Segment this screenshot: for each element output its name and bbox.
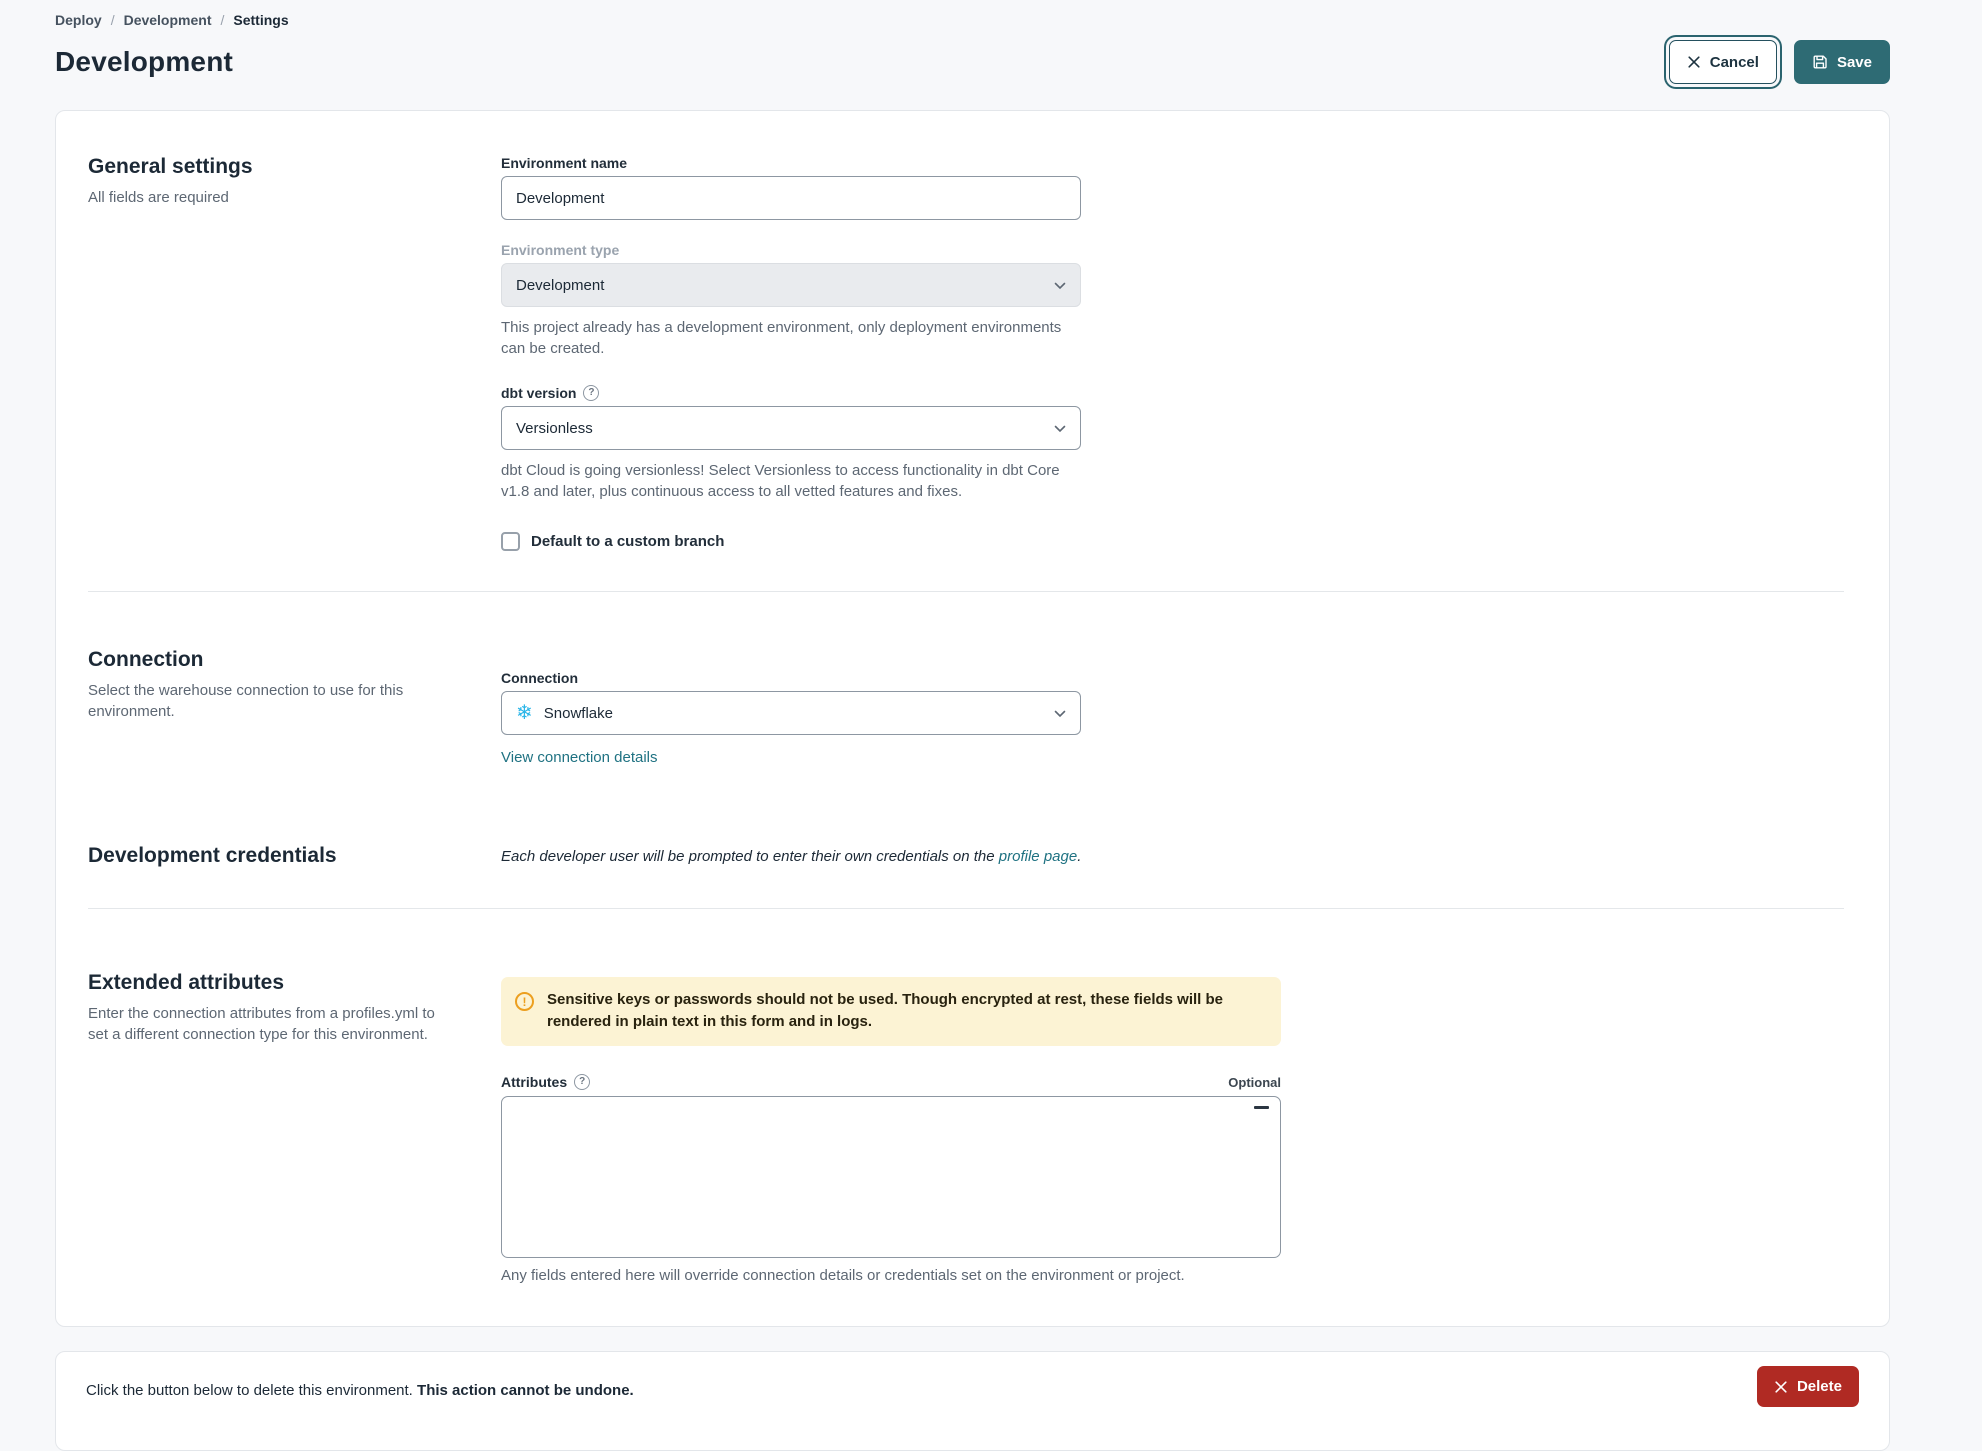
environment-type-field-group: Environment type Development This projec… bbox=[501, 242, 1844, 359]
save-icon bbox=[1812, 54, 1828, 70]
dbt-version-value: Versionless bbox=[516, 419, 593, 437]
chevron-down-icon bbox=[1054, 420, 1066, 437]
delete-environment-card: Click the button below to delete this en… bbox=[55, 1351, 1890, 1451]
optional-badge: Optional bbox=[1228, 1074, 1281, 1090]
connection-field-group: Connection ❄ Snowflake View connection d… bbox=[501, 670, 1844, 766]
delete-button[interactable]: Delete bbox=[1756, 1366, 1859, 1407]
environment-type-value: Development bbox=[516, 276, 605, 294]
sensitive-keys-warning-banner: ! Sensitive keys or passwords should not… bbox=[501, 977, 1281, 1046]
credentials-note-suffix: . bbox=[1077, 848, 1082, 865]
attributes-label-row: Attributes ? Optional bbox=[501, 1074, 1281, 1090]
save-button[interactable]: Save bbox=[1793, 40, 1890, 84]
environment-name-input[interactable] bbox=[501, 176, 1081, 220]
profile-page-link[interactable]: profile page bbox=[999, 848, 1077, 865]
delete-button-label: Delete bbox=[1796, 1378, 1842, 1395]
help-icon[interactable]: ? bbox=[583, 385, 600, 401]
dbt-version-label: dbt version bbox=[501, 385, 577, 401]
delete-text: Click the button below to delete this en… bbox=[86, 1382, 418, 1399]
breadcrumb-separator: / bbox=[110, 12, 115, 28]
warning-text: Sensitive keys or passwords should not b… bbox=[547, 991, 1223, 1030]
extended-attributes-fields: ! Sensitive keys or passwords should not… bbox=[501, 977, 1844, 1284]
collapse-handle-icon[interactable] bbox=[1254, 1106, 1269, 1109]
cancel-button-label: Cancel bbox=[1709, 53, 1759, 71]
custom-branch-label: Default to a custom branch bbox=[531, 533, 725, 550]
extended-attributes-intro: Extended attributes Enter the connection… bbox=[88, 971, 501, 1284]
dbt-version-help-text: dbt Cloud is going versionless! Select V… bbox=[501, 462, 1060, 500]
connection-select[interactable]: ❄ Snowflake bbox=[501, 691, 1081, 735]
dbt-version-select[interactable]: Versionless bbox=[501, 406, 1081, 450]
environment-type-help-text: This project already has a development e… bbox=[501, 319, 1062, 357]
connection-field-label: Connection bbox=[501, 670, 578, 686]
breadcrumb: Deploy / Development / Settings bbox=[55, 12, 1890, 28]
connection-heading: Connection bbox=[88, 648, 204, 671]
settings-card: General settings All fields are required… bbox=[55, 110, 1890, 1327]
close-icon bbox=[1687, 55, 1701, 69]
delete-text-bold: This action cannot be undone. bbox=[417, 1382, 634, 1399]
dbt-version-label-row: dbt version ? bbox=[501, 385, 1844, 401]
extended-attributes-subheading: Enter the connection attributes from a p… bbox=[88, 1005, 435, 1043]
breadcrumb-deploy[interactable]: Deploy bbox=[55, 12, 102, 28]
general-settings-fields: Environment name Environment type Develo… bbox=[501, 155, 1844, 551]
breadcrumb-development[interactable]: Development bbox=[124, 12, 212, 28]
environment-type-label: Environment type bbox=[501, 242, 620, 258]
help-icon[interactable]: ? bbox=[574, 1074, 591, 1090]
breadcrumb-settings: Settings bbox=[233, 12, 289, 28]
credentials-note-text: Each developer user will be prompted to … bbox=[501, 848, 999, 865]
extended-attributes-heading: Extended attributes bbox=[88, 971, 285, 994]
header-actions: Cancel Save bbox=[1668, 40, 1890, 84]
view-connection-details-link[interactable]: View connection details bbox=[501, 749, 658, 766]
general-settings-heading: General settings bbox=[88, 155, 253, 178]
development-credentials-section: Development credentials Each developer u… bbox=[88, 808, 1844, 909]
environment-type-select: Development bbox=[501, 263, 1081, 307]
attributes-note: Any fields entered here will override co… bbox=[501, 1267, 1185, 1284]
connection-section: Connection Select the warehouse connecti… bbox=[88, 592, 1844, 808]
connection-intro: Connection Select the warehouse connecti… bbox=[88, 648, 501, 766]
custom-branch-checkbox[interactable] bbox=[501, 532, 520, 551]
delete-environment-text: Click the button below to delete this en… bbox=[86, 1382, 634, 1399]
credentials-note: Each developer user will be prompted to … bbox=[501, 848, 1844, 865]
save-button-label: Save bbox=[1836, 53, 1872, 71]
connection-value: Snowflake bbox=[543, 704, 613, 722]
breadcrumb-separator: / bbox=[220, 12, 225, 28]
page-header: Deploy / Development / Settings Developm… bbox=[0, 0, 1982, 84]
general-settings-section: General settings All fields are required… bbox=[88, 111, 1844, 592]
dbt-version-field-group: dbt version ? Versionless dbt Cloud is g… bbox=[501, 385, 1844, 502]
chevron-down-icon bbox=[1054, 277, 1066, 294]
connection-fields: Connection ❄ Snowflake View connection d… bbox=[501, 670, 1844, 766]
attributes-label-group: Attributes ? bbox=[501, 1074, 591, 1090]
attributes-textarea[interactable] bbox=[501, 1096, 1281, 1258]
connection-subheading: Select the warehouse connection to use f… bbox=[88, 682, 404, 720]
attributes-label: Attributes bbox=[501, 1074, 568, 1090]
credentials-intro: Development credentials bbox=[88, 844, 501, 868]
environment-name-label: Environment name bbox=[501, 155, 628, 171]
development-credentials-heading: Development credentials bbox=[88, 844, 337, 867]
warning-icon: ! bbox=[515, 992, 534, 1011]
cancel-button[interactable]: Cancel bbox=[1668, 40, 1777, 84]
general-settings-subheading: All fields are required bbox=[88, 189, 229, 206]
extended-attributes-section: Extended attributes Enter the connection… bbox=[88, 909, 1844, 1326]
close-icon bbox=[1774, 1380, 1788, 1394]
chevron-down-icon bbox=[1054, 705, 1066, 722]
snowflake-icon: ❄ bbox=[516, 702, 533, 724]
connection-select-value-row: ❄ Snowflake bbox=[516, 703, 613, 723]
title-row: Development Cancel Save bbox=[55, 40, 1890, 84]
environment-name-field-group: Environment name bbox=[501, 155, 1844, 220]
custom-branch-row: Default to a custom branch bbox=[501, 532, 1844, 551]
page-title: Development bbox=[55, 46, 234, 77]
credentials-note-wrap: Each developer user will be prompted to … bbox=[501, 844, 1844, 868]
general-settings-intro: General settings All fields are required bbox=[88, 155, 501, 551]
